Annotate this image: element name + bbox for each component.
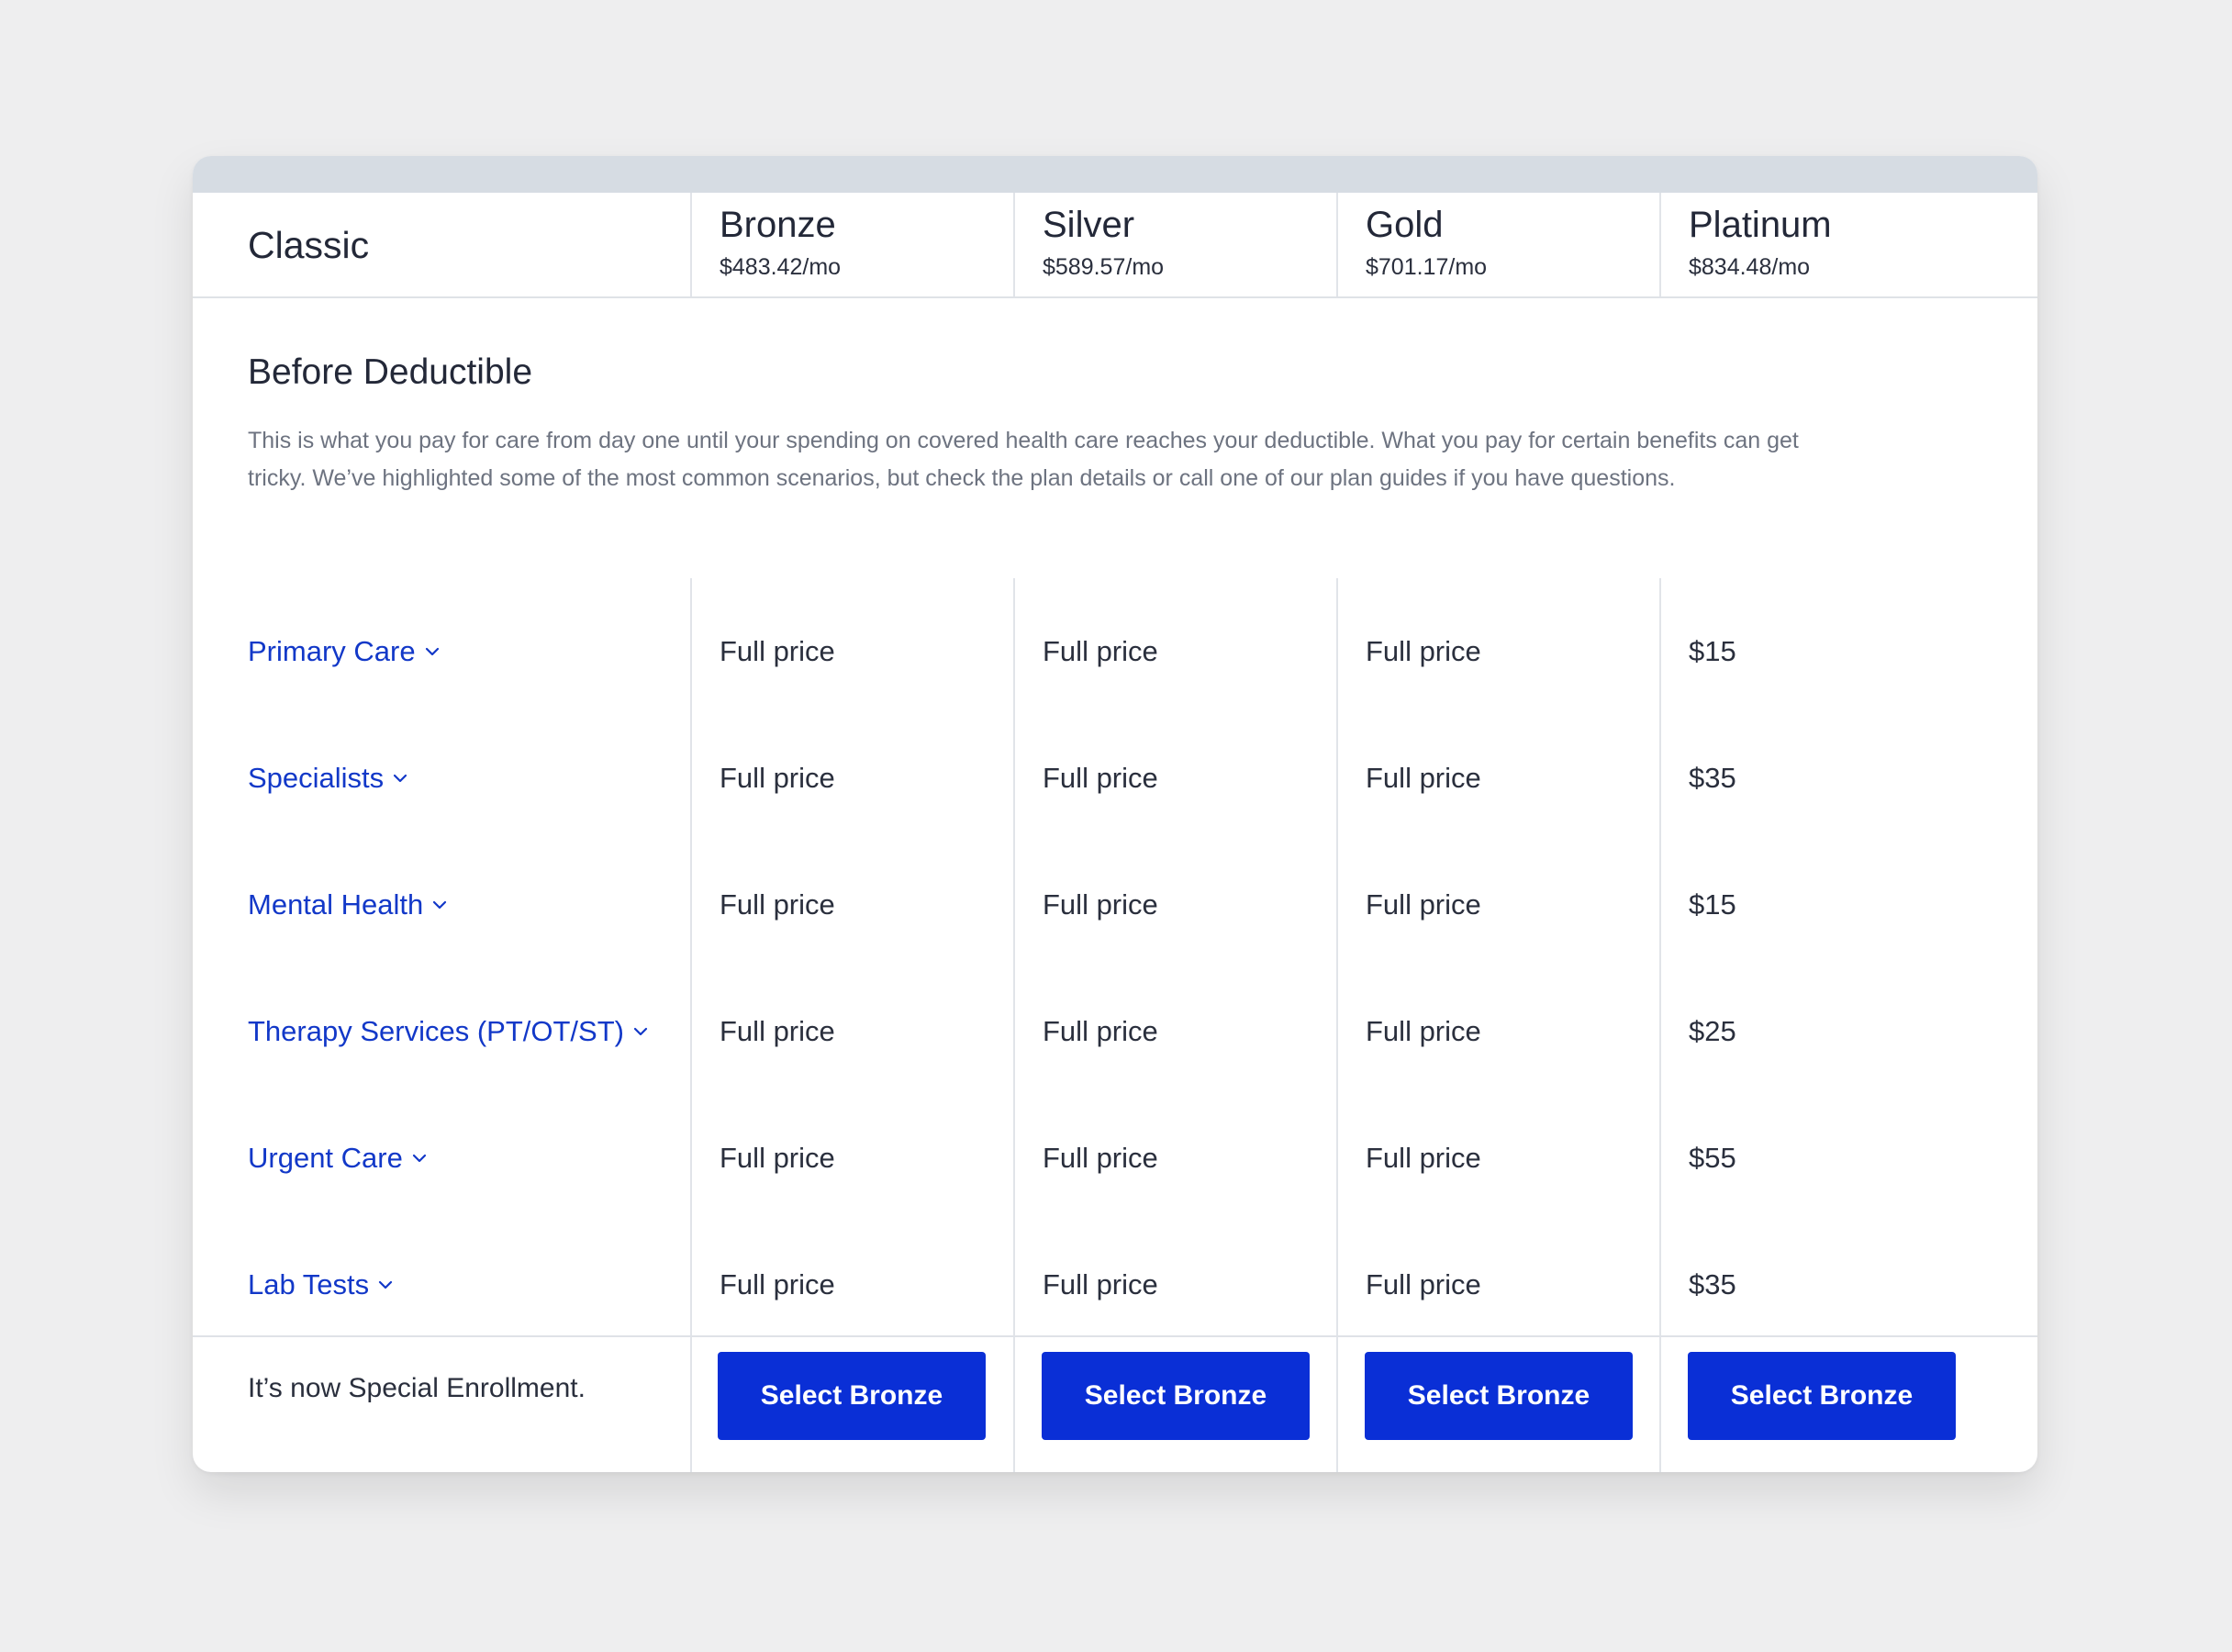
section-description: This is what you pay for care from day o… xyxy=(248,428,1799,491)
benefit-cost-cell: Full price xyxy=(1043,1268,1158,1300)
classic-plan-label: Classic xyxy=(248,224,370,266)
benefit-cost-cell: Full price xyxy=(1043,888,1158,921)
benefit-label: Specialists xyxy=(248,762,385,794)
benefit-cost-cell: Full price xyxy=(1043,635,1158,667)
benefit-cost-cell: Full price xyxy=(1043,762,1158,794)
chevron-down-icon xyxy=(412,1154,426,1163)
chevron-down-icon xyxy=(633,1027,648,1036)
benefit-cost-cell: Full price xyxy=(1366,1142,1481,1174)
chevron-down-icon xyxy=(379,1280,393,1289)
benefit-cost-cell: Full price xyxy=(720,1268,835,1300)
benefit-label: Primary Care xyxy=(248,635,416,667)
chevron-down-icon xyxy=(425,647,439,656)
plan-price: $483.42/mo xyxy=(720,254,842,280)
benefit-toggle-primary-care[interactable]: Primary Care xyxy=(248,635,440,668)
benefit-toggle-urgent-care[interactable]: Urgent Care xyxy=(248,1142,427,1175)
chevron-down-icon xyxy=(394,774,407,783)
select-plan-button[interactable]: Select Bronze xyxy=(1688,1352,1956,1440)
benefit-cost-cell: $25 xyxy=(1689,1015,1736,1047)
header-divider xyxy=(193,296,2037,298)
benefit-label: Urgent Care xyxy=(248,1142,403,1174)
column-divider xyxy=(690,578,692,1472)
select-plan-button[interactable]: Select Bronze xyxy=(1042,1352,1310,1440)
column-divider xyxy=(1336,578,1338,1472)
plan-price: $589.57/mo xyxy=(1043,254,1165,280)
plan-price: $834.48/mo xyxy=(1689,254,1811,280)
benefit-cost-cell: $15 xyxy=(1689,888,1736,921)
benefit-cost-cell: $35 xyxy=(1689,762,1736,794)
benefit-cost-cell: Full price xyxy=(1366,762,1481,794)
plan-price: $701.17/mo xyxy=(1366,254,1488,280)
plan-header-bronze: Bronze $483.42/mo xyxy=(720,202,841,283)
select-plan-button[interactable]: Select Bronze xyxy=(718,1352,986,1440)
select-plan-button[interactable]: Select Bronze xyxy=(1365,1352,1633,1440)
benefit-toggle-lab-tests[interactable]: Lab Tests xyxy=(248,1268,393,1301)
benefit-toggle-therapy-services[interactable]: Therapy Services (PT/OT/ST) xyxy=(248,1015,648,1048)
plan-header-gold: Gold $701.17/mo xyxy=(1366,202,1487,283)
benefit-cost-cell: Full price xyxy=(1366,888,1481,921)
plan-comparison-card: Classic Bronze $483.42/mo Silver $589.57… xyxy=(193,156,2037,1472)
benefit-cost-cell: Full price xyxy=(1043,1142,1158,1174)
benefit-cost-cell: Full price xyxy=(720,888,835,921)
plan-name: Bronze xyxy=(720,205,836,245)
benefit-label: Lab Tests xyxy=(248,1268,370,1300)
plan-name: Platinum xyxy=(1689,205,1832,245)
benefit-cost-cell: Full price xyxy=(720,635,835,667)
benefit-cost-cell: $15 xyxy=(1689,635,1736,667)
benefit-cost-cell: Full price xyxy=(1043,1015,1158,1047)
section-title: Before Deductible xyxy=(248,352,533,392)
benefit-label: Therapy Services (PT/OT/ST) xyxy=(248,1015,624,1047)
benefit-cost-cell: $35 xyxy=(1689,1268,1736,1300)
plan-header-platinum: Platinum $834.48/mo xyxy=(1689,202,1832,283)
benefit-cost-cell: Full price xyxy=(720,1142,835,1174)
benefit-cost-cell: Full price xyxy=(1366,1268,1481,1300)
benefit-cost-cell: Full price xyxy=(1366,635,1481,667)
benefit-cost-cell: $55 xyxy=(1689,1142,1736,1174)
benefit-cost-cell: Full price xyxy=(720,762,835,794)
plan-header-silver: Silver $589.57/mo xyxy=(1043,202,1164,283)
card-top-bar xyxy=(193,156,2037,193)
benefit-cost-cell: Full price xyxy=(720,1015,835,1047)
column-divider xyxy=(1013,193,1015,297)
plan-name: Silver xyxy=(1043,205,1135,245)
benefit-label: Mental Health xyxy=(248,888,424,921)
benefit-toggle-specialists[interactable]: Specialists xyxy=(248,762,407,795)
column-divider xyxy=(1659,578,1661,1472)
column-divider xyxy=(690,193,692,297)
column-divider xyxy=(1013,578,1015,1472)
enrollment-notice: It’s now Special Enrollment. xyxy=(248,1373,586,1403)
chevron-down-icon xyxy=(433,900,447,910)
plan-name: Gold xyxy=(1366,205,1444,245)
column-divider xyxy=(1336,193,1338,297)
footer-divider xyxy=(193,1335,2037,1337)
benefit-toggle-mental-health[interactable]: Mental Health xyxy=(248,888,447,921)
column-divider xyxy=(1659,193,1661,297)
benefit-cost-cell: Full price xyxy=(1366,1015,1481,1047)
